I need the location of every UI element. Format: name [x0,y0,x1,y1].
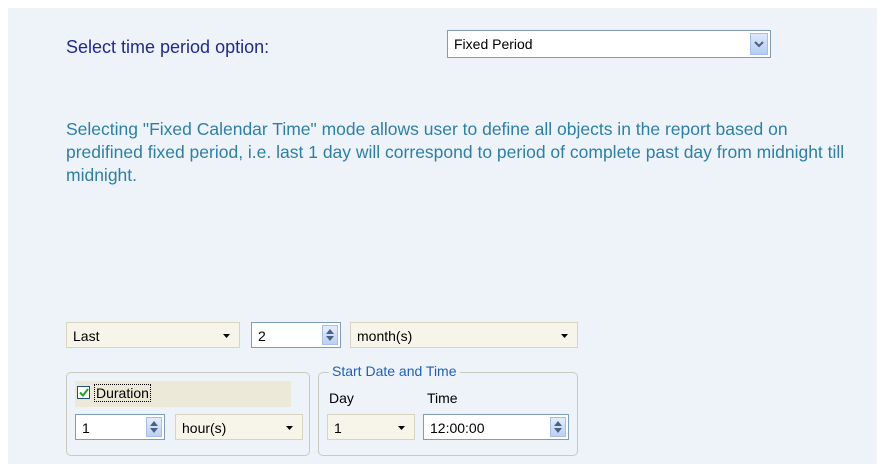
mode-description: Selecting "Fixed Calendar Time" mode all… [66,119,845,185]
arrow-up-icon[interactable] [554,421,562,426]
duration-value: 1 [82,420,90,436]
arrow-down-icon[interactable] [326,336,334,341]
stepper-buttons[interactable] [322,325,338,345]
range-mode-value: Last [73,328,100,344]
stepper-buttons[interactable] [146,417,162,437]
dropdown-arrow-icon[interactable] [394,421,408,435]
arrow-up-icon[interactable] [150,421,158,426]
time-label: Time [427,390,458,406]
start-date-time-legend: Start Date and Time [329,363,460,379]
duration-unit-value: hour(s) [182,420,227,436]
range-mode-select[interactable]: Last [66,322,240,348]
arrow-up-icon[interactable] [326,329,334,334]
duration-check-row: Duration [75,381,291,407]
duration-label[interactable]: Duration [94,384,151,402]
time-value: 12:00:00 [430,420,485,436]
time-period-option-label: Select time period option: [66,37,270,57]
dropdown-arrow-icon[interactable] [557,329,571,343]
stepper-buttons[interactable] [550,417,566,437]
range-count-stepper[interactable]: 2 [251,322,341,348]
day-select[interactable]: 1 [327,414,415,440]
day-value: 1 [334,420,342,436]
arrow-down-icon[interactable] [554,428,562,433]
duration-unit-select[interactable]: hour(s) [175,414,303,440]
day-label: Day [329,390,354,406]
chevron-down-icon[interactable] [750,33,768,55]
dropdown-arrow-icon[interactable] [219,329,233,343]
time-period-select-value: Fixed Period [454,36,533,52]
arrow-down-icon[interactable] [150,428,158,433]
time-stepper[interactable]: 12:00:00 [423,414,569,440]
dropdown-arrow-icon[interactable] [282,421,296,435]
duration-value-stepper[interactable]: 1 [75,414,165,440]
time-period-select[interactable]: Fixed Period [447,30,771,58]
duration-checkbox[interactable] [77,386,90,399]
range-count-value: 2 [258,328,266,344]
range-unit-select[interactable]: month(s) [350,322,578,348]
range-unit-value: month(s) [357,328,413,344]
